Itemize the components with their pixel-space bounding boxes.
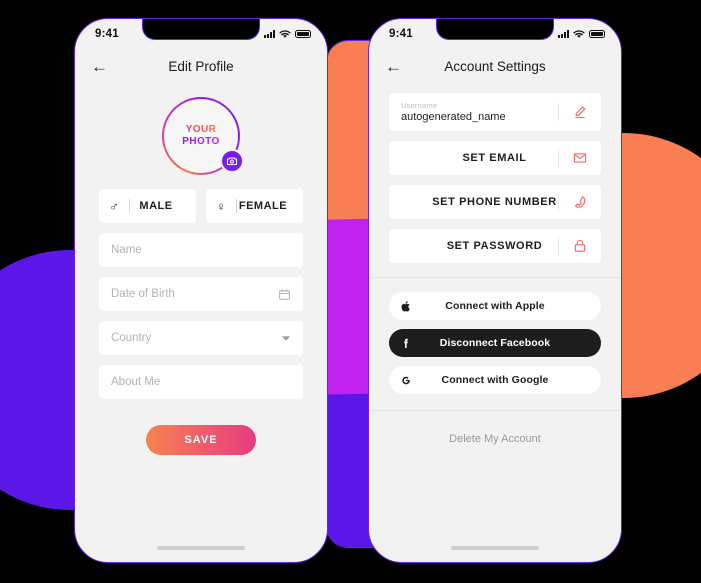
connect-with-apple-label: Connect with Apple: [445, 300, 545, 312]
account-fields-section: Username autogenerated_name SET EMAIL SE…: [369, 83, 621, 263]
signal-bars-icon: [264, 30, 275, 38]
gender-label-female: FEMALE: [238, 200, 288, 212]
username-texts: Username autogenerated_name: [401, 101, 558, 123]
name-input[interactable]: Name: [99, 233, 303, 267]
male-symbol-icon: ♂: [109, 198, 119, 214]
status-icons: [264, 29, 311, 39]
avatar-text-line2: PHOTO: [182, 136, 220, 147]
screen-edit-profile: YOUR PHOTO ♂ MALE ♀ FEMALE Name Date of …: [75, 83, 327, 562]
set-phone-number-row[interactable]: SET PHONE NUMBER: [389, 185, 601, 219]
calendar-glyph: [279, 289, 290, 300]
avatar-text-line1: YOUR: [185, 123, 217, 135]
chevron-down-icon[interactable]: [281, 335, 291, 342]
phone-glyph: [574, 195, 586, 208]
country-select[interactable]: Country: [99, 321, 303, 355]
calendar-icon[interactable]: [278, 288, 291, 301]
status-icons: [558, 29, 605, 39]
disconnect-facebook-label: Disconnect Facebook: [439, 337, 551, 349]
gender-option-male[interactable]: ♂ MALE: [99, 189, 196, 223]
composition-stage: 9:41 ← Edit Profile YOUR PHOTO ♂ MALE ♀ …: [0, 0, 701, 583]
phone-edit-profile: 9:41 ← Edit Profile YOUR PHOTO ♂ MALE ♀ …: [74, 18, 328, 563]
lock-glyph: [574, 239, 586, 252]
wifi-icon: [573, 29, 585, 38]
set-password-label: SET PASSWORD: [446, 240, 543, 252]
set-phone-number-label: SET PHONE NUMBER: [432, 196, 557, 208]
facebook-logo-icon: [389, 337, 423, 350]
female-symbol-icon: ♀: [216, 198, 226, 214]
home-indicator: [451, 546, 539, 550]
pencil-glyph: [575, 106, 586, 119]
status-time: 9:41: [389, 28, 413, 40]
set-email-label: SET EMAIL: [462, 152, 527, 164]
gender-selector: ♂ MALE ♀ FEMALE: [99, 189, 303, 223]
set-email-row[interactable]: SET EMAIL: [389, 141, 601, 175]
username-row[interactable]: Username autogenerated_name: [389, 93, 601, 131]
save-button[interactable]: SAVE: [146, 425, 256, 455]
google-glyph: [402, 376, 410, 384]
about-me-placeholder: About Me: [111, 376, 161, 388]
page-title: Account Settings: [444, 58, 546, 74]
username-label: Username: [401, 101, 438, 110]
name-input-placeholder: Name: [111, 244, 142, 256]
social-connections-section: Connect with Apple Disconnect Facebook C…: [369, 278, 621, 394]
phone-icon: [559, 195, 601, 209]
gender-label-male: MALE: [139, 200, 173, 212]
profile-form: ♂ MALE ♀ FEMALE Name Date of Birth Count…: [75, 175, 327, 455]
envelope-icon: [559, 151, 601, 165]
page-title: Edit Profile: [168, 58, 234, 74]
about-me-input[interactable]: About Me: [99, 365, 303, 399]
country-select-placeholder: Country: [111, 332, 152, 344]
envelope-glyph: [573, 153, 587, 163]
pencil-edit-icon[interactable]: [559, 105, 601, 119]
connect-with-google-button[interactable]: Connect with Google: [389, 366, 601, 394]
delete-account-section: Delete My Account: [369, 410, 621, 447]
lock-icon: [559, 239, 601, 253]
set-password-row[interactable]: SET PASSWORD: [389, 229, 601, 263]
connect-with-apple-button[interactable]: Connect with Apple: [389, 292, 601, 320]
disconnect-facebook-button[interactable]: Disconnect Facebook: [389, 329, 601, 357]
status-bar-right: 9:41: [369, 19, 621, 49]
date-of-birth-placeholder: Date of Birth: [111, 288, 175, 300]
gender-option-female[interactable]: ♀ FEMALE: [206, 189, 303, 223]
chevron-glyph: [281, 335, 291, 341]
camera-icon[interactable]: [220, 149, 244, 173]
apple-logo-icon: [389, 300, 423, 313]
battery-icon: [589, 30, 605, 38]
google-logo-icon: [389, 374, 423, 387]
battery-icon: [295, 30, 311, 38]
date-of-birth-input[interactable]: Date of Birth: [99, 277, 303, 311]
nav-bar-right: ← Account Settings: [369, 49, 621, 83]
username-value: autogenerated_name: [401, 111, 506, 123]
delete-my-account-link[interactable]: Delete My Account: [449, 433, 541, 445]
status-bar-left: 9:41: [75, 19, 327, 49]
signal-bars-icon: [558, 30, 569, 38]
avatar[interactable]: YOUR PHOTO: [162, 97, 244, 175]
screen-account-settings: Username autogenerated_name SET EMAIL SE…: [369, 83, 621, 562]
wifi-icon: [279, 29, 291, 38]
camera-glyph: [227, 157, 237, 165]
home-indicator: [157, 546, 245, 550]
connect-with-google-label: Connect with Google: [441, 374, 549, 386]
facebook-glyph: [404, 338, 408, 348]
apple-glyph: [401, 300, 410, 312]
status-time: 9:41: [95, 28, 119, 40]
nav-bar-left: ← Edit Profile: [75, 49, 327, 83]
phone-account-settings: 9:41 ← Account Settings Username autogen…: [368, 18, 622, 563]
